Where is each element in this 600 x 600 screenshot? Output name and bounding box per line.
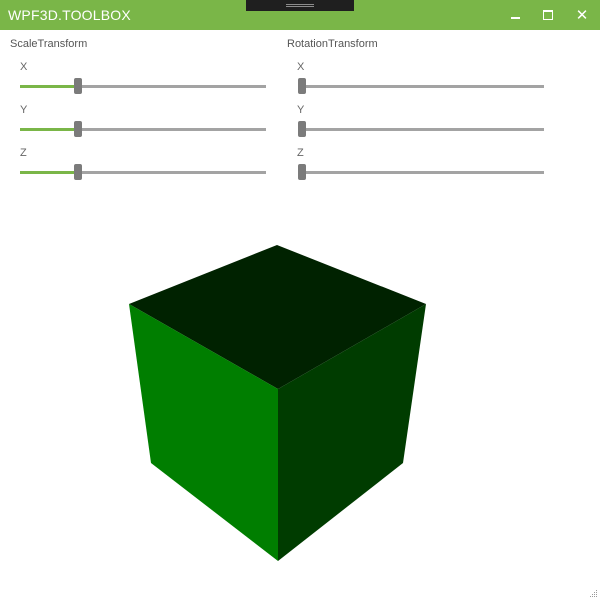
scale-y-slider[interactable] — [20, 121, 266, 137]
slider-thumb[interactable] — [73, 78, 82, 94]
app-window: WPF3D.TOOLBOX ✕ ScaleTransform X Y Z Rot… — [0, 0, 600, 600]
slider-thumb[interactable] — [298, 78, 306, 94]
rotation-z-label: Z — [297, 147, 304, 159]
rotation-z-slider[interactable] — [298, 164, 544, 180]
scale-x-label: X — [20, 61, 28, 73]
rotation-transform-label: RotationTransform — [287, 38, 378, 50]
rotation-x-label: X — [297, 61, 305, 73]
close-button[interactable]: ✕ — [567, 0, 597, 30]
rotation-y-slider[interactable] — [298, 121, 544, 137]
minimize-icon — [510, 17, 520, 19]
scale-y-label: Y — [20, 104, 28, 116]
slider-fill — [20, 128, 78, 131]
maximize-button[interactable] — [533, 0, 563, 30]
maximize-icon — [543, 10, 553, 20]
3d-viewport[interactable] — [0, 200, 600, 580]
title-bar[interactable]: WPF3D.TOOLBOX ✕ — [0, 0, 600, 30]
drag-grip[interactable] — [246, 0, 354, 11]
rotation-x-slider[interactable] — [298, 78, 544, 94]
window-title: WPF3D.TOOLBOX — [8, 7, 131, 23]
scale-x-slider[interactable] — [20, 78, 266, 94]
minimize-button[interactable] — [500, 0, 530, 30]
slider-fill — [20, 85, 78, 88]
grip-line — [286, 6, 314, 7]
close-icon: ✕ — [575, 6, 589, 24]
slider-thumb[interactable] — [73, 121, 82, 137]
slider-track — [298, 128, 544, 131]
slider-fill — [20, 171, 78, 174]
grip-line — [286, 4, 314, 5]
slider-thumb[interactable] — [298, 121, 306, 137]
scale-z-slider[interactable] — [20, 164, 266, 180]
slider-track — [298, 85, 544, 88]
slider-track — [298, 171, 544, 174]
slider-thumb[interactable] — [73, 164, 82, 180]
rotation-y-label: Y — [297, 104, 305, 116]
slider-thumb[interactable] — [298, 164, 306, 180]
scale-transform-label: ScaleTransform — [10, 38, 88, 50]
resize-grip-icon[interactable] — [588, 588, 598, 598]
scale-z-label: Z — [20, 147, 27, 159]
